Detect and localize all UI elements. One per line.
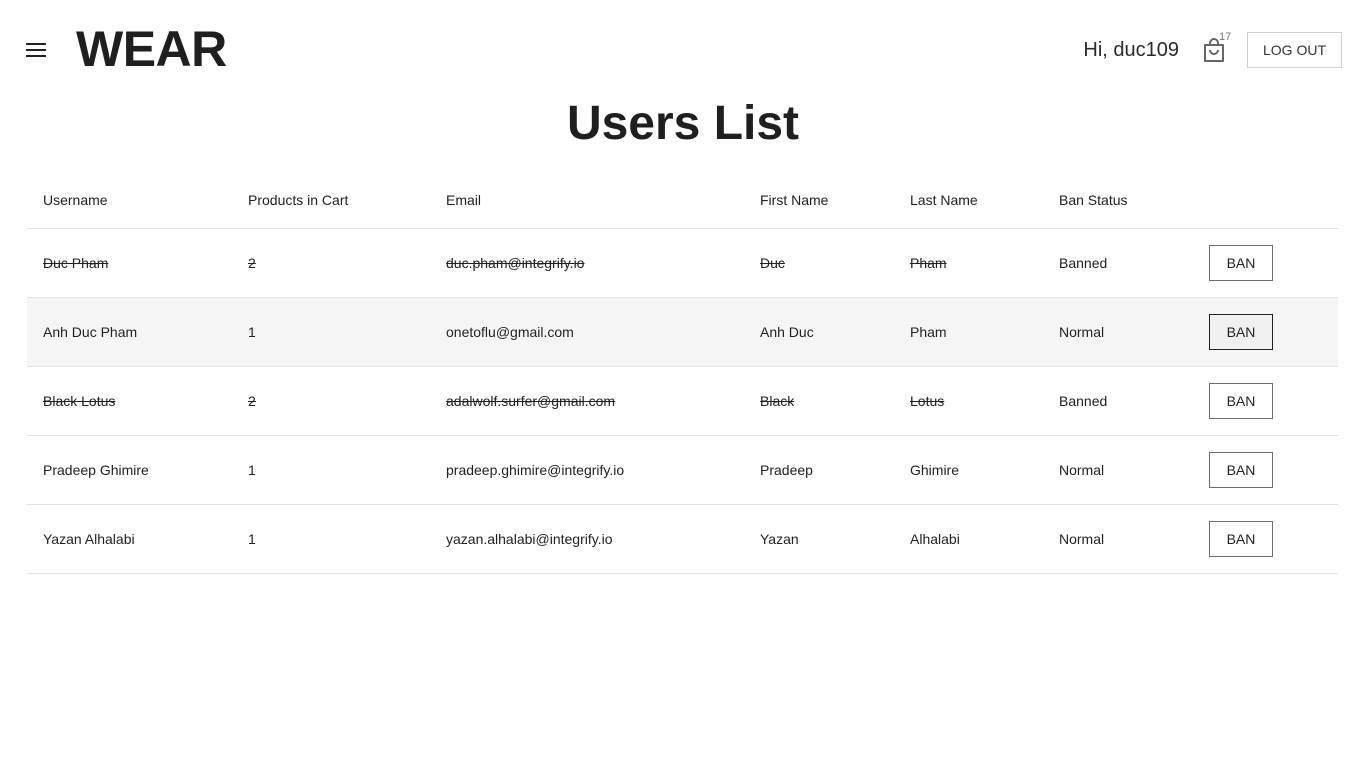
cell-ban-status: Banned — [1043, 228, 1193, 298]
cell-first-name: Black — [744, 366, 894, 436]
cell-ban-status: Banned — [1043, 366, 1193, 436]
ban-button[interactable]: BAN — [1209, 520, 1273, 557]
column-header-products-in-cart: Products in Cart — [232, 172, 430, 229]
cell-actions: BAN — [1193, 366, 1338, 436]
cell-username: Duc Pham — [27, 228, 232, 298]
cell-ban-status: Normal — [1043, 297, 1193, 367]
app-header: WEAR Hi, duc109 17 LOG OUT — [0, 0, 1366, 100]
user-greeting: Hi, duc109 — [1083, 39, 1179, 61]
logout-button[interactable]: LOG OUT — [1247, 32, 1342, 68]
column-header-ban-status: Ban Status — [1043, 172, 1193, 229]
cell-first-name: Anh Duc — [744, 297, 894, 367]
cell-products-in-cart: 1 — [232, 504, 430, 574]
cell-email: duc.pham@integrify.io — [430, 228, 744, 298]
cell-products-in-cart: 2 — [232, 366, 430, 436]
ban-button[interactable]: BAN — [1209, 244, 1273, 281]
column-header-email: Email — [430, 172, 744, 229]
cell-first-name: Duc — [744, 228, 894, 298]
cell-email: adalwolf.surfer@gmail.com — [430, 366, 744, 436]
cell-last-name: Lotus — [894, 366, 1043, 436]
cell-last-name: Pham — [894, 228, 1043, 298]
cell-last-name: Ghimire — [894, 435, 1043, 505]
table-row: Duc Pham 2 duc.pham@integrify.io Duc Pha… — [27, 228, 1338, 298]
cell-actions: BAN — [1193, 297, 1338, 367]
table-row: Yazan Alhalabi 1 yazan.alhalabi@integrif… — [27, 504, 1338, 574]
cell-username: Black Lotus — [27, 366, 232, 436]
cell-email: onetoflu@gmail.com — [430, 297, 744, 367]
table-header-row: Username Products in Cart Email First Na… — [27, 172, 1338, 229]
brand-logo[interactable]: WEAR — [76, 22, 227, 76]
cell-email: pradeep.ghimire@integrify.io — [430, 435, 744, 505]
cell-actions: BAN — [1193, 228, 1338, 298]
ban-button[interactable]: BAN — [1209, 451, 1273, 488]
hamburger-menu-icon[interactable] — [26, 42, 46, 58]
table-row: Pradeep Ghimire 1 pradeep.ghimire@integr… — [27, 435, 1338, 505]
cell-actions: BAN — [1193, 435, 1338, 505]
cell-products-in-cart: 1 — [232, 435, 430, 505]
table-row: Anh Duc Pham 1 onetoflu@gmail.com Anh Du… — [27, 297, 1338, 367]
cell-actions: BAN — [1193, 504, 1338, 574]
cell-ban-status: Normal — [1043, 504, 1193, 574]
cell-last-name: Alhalabi — [894, 504, 1043, 574]
cell-ban-status: Normal — [1043, 435, 1193, 505]
cell-username: Yazan Alhalabi — [27, 504, 232, 574]
ban-button[interactable]: BAN — [1209, 313, 1273, 350]
page-title: Users List — [566, 97, 800, 150]
cell-products-in-cart: 1 — [232, 297, 430, 367]
cell-username: Anh Duc Pham — [27, 297, 232, 367]
cell-last-name: Pham — [894, 297, 1043, 367]
column-header-username: Username — [27, 172, 232, 229]
ban-button[interactable]: BAN — [1209, 382, 1273, 419]
cell-email: yazan.alhalabi@integrify.io — [430, 504, 744, 574]
cart-count-badge: 17 — [1219, 31, 1232, 43]
cell-username: Pradeep Ghimire — [27, 435, 232, 505]
cell-first-name: Yazan — [744, 504, 894, 574]
column-header-actions — [1193, 172, 1338, 229]
users-table: Username Products in Cart Email First Na… — [27, 172, 1338, 574]
cell-products-in-cart: 2 — [232, 228, 430, 298]
column-header-first-name: First Name — [744, 172, 894, 229]
cell-first-name: Pradeep — [744, 435, 894, 505]
column-header-last-name: Last Name — [894, 172, 1043, 229]
table-row: Black Lotus 2 adalwolf.surfer@gmail.com … — [27, 366, 1338, 436]
